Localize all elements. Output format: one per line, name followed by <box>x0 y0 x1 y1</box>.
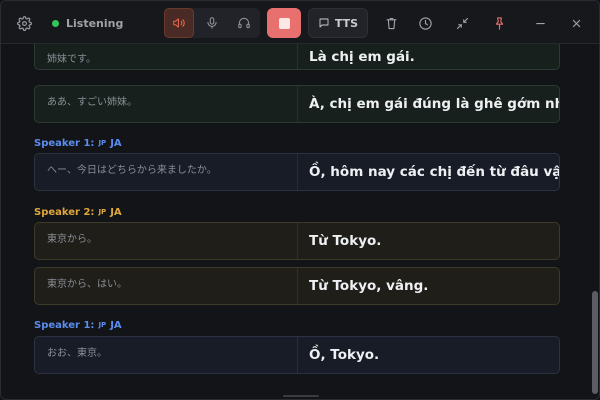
tts-label: TTS <box>334 16 359 30</box>
clock-icon[interactable] <box>415 13 435 33</box>
transcript-row: 姉妹です。 Là chị em gái. <box>34 44 560 70</box>
speaker-name: Speaker 1: <box>34 319 95 331</box>
language-code: JA <box>110 319 122 331</box>
tts-button[interactable]: TTS <box>308 8 368 38</box>
source-text: 東京から、はい。 <box>35 268 298 304</box>
trash-icon[interactable] <box>381 13 401 33</box>
translated-text: Là chị em gái. <box>309 49 415 65</box>
stop-icon <box>278 17 290 29</box>
flag-jp: JP <box>98 321 107 329</box>
close-icon[interactable] <box>566 13 586 33</box>
speaker-label: Speaker 2: JP JA <box>34 205 122 219</box>
scrollbar-thumb[interactable] <box>592 291 598 394</box>
source-text: おお、東京。 <box>35 337 298 373</box>
listening-status: Listening <box>52 15 123 31</box>
toolbar: Listening TTS <box>1 1 599 44</box>
headphones-button[interactable] <box>229 8 259 38</box>
language-code: JA <box>110 206 122 218</box>
status-label: Listening <box>66 16 124 30</box>
transcript-row: ああ、すごい姉妹。 À, chị em gái đúng là ghê gớm … <box>34 85 560 123</box>
source-text: 姉妹です。 <box>35 44 298 69</box>
microphone-icon <box>205 16 219 30</box>
speaker-name: Speaker 1: <box>34 137 95 149</box>
transcript-row: 東京から、はい。 Từ Tokyo, vâng. <box>34 267 560 305</box>
source-text: 東京から。 <box>35 223 298 259</box>
app-window: Listening TTS 姉妹です。 Là chị em gái. ああ、すご… <box>0 0 600 400</box>
status-dot <box>52 19 59 27</box>
stop-button[interactable] <box>267 8 301 38</box>
speaker-label: Speaker 1: JP JA <box>34 136 122 150</box>
translated-text: À, chị em gái đúng là ghê gớm nhỉ. <box>309 96 559 112</box>
headphones-icon <box>237 16 251 30</box>
speaker-label: Speaker 1: JP JA <box>34 318 122 332</box>
translated-text: Ồ, hôm nay các chị đến từ đâu vậy? <box>309 164 559 180</box>
transcript-row: おお、東京。 Ồ, Tokyo. <box>34 336 560 374</box>
transcript-panel[interactable]: 姉妹です。 Là chị em gái. ああ、すごい姉妹。 À, chị em… <box>1 44 599 399</box>
translated-text: Ồ, Tokyo. <box>309 347 380 363</box>
transcript-row: へー、今日はどちらから来ましたか。 Ồ, hôm nay các chị đến… <box>34 153 560 191</box>
collapse-icon[interactable] <box>452 13 472 33</box>
chat-bubble-icon <box>318 17 330 29</box>
speaker-button[interactable] <box>164 8 194 38</box>
transcript-row: 東京から。 Từ Tokyo. <box>34 222 560 260</box>
resize-handle[interactable] <box>283 395 319 397</box>
flag-jp: JP <box>98 208 107 216</box>
scrollbar[interactable] <box>591 44 599 399</box>
speaker-icon <box>172 16 186 30</box>
language-code: JA <box>110 137 122 149</box>
translated-text: Từ Tokyo, vâng. <box>309 278 429 294</box>
pin-icon[interactable] <box>489 13 509 33</box>
gear-icon[interactable] <box>14 13 34 33</box>
source-text: ああ、すごい姉妹。 <box>35 86 298 122</box>
minus-icon[interactable] <box>530 13 550 33</box>
audio-source-group <box>164 8 260 38</box>
microphone-button[interactable] <box>197 8 227 38</box>
speaker-name: Speaker 2: <box>34 206 95 218</box>
translated-text: Từ Tokyo. <box>309 233 382 249</box>
source-text: へー、今日はどちらから来ましたか。 <box>35 154 298 190</box>
flag-jp: JP <box>98 139 107 147</box>
